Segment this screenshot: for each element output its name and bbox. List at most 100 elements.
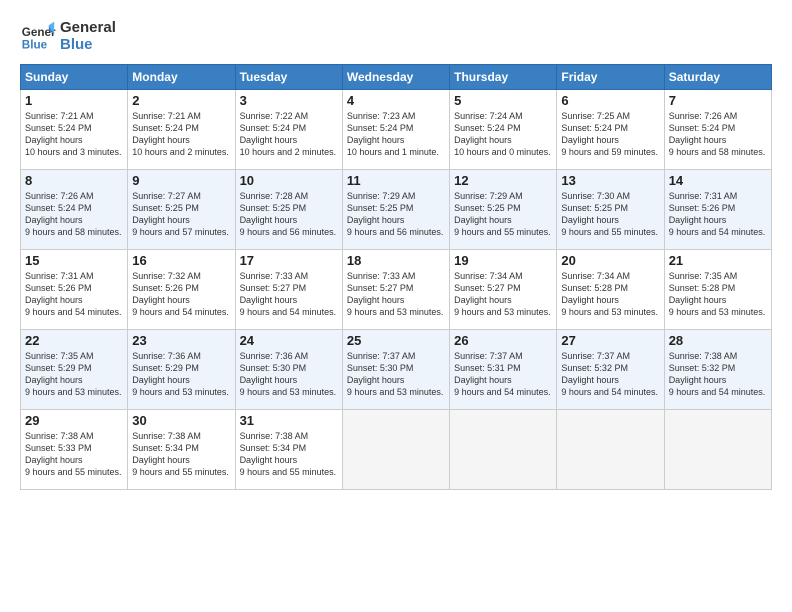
day-info: Sunrise: 7:35 AMSunset: 5:29 PMDaylight …: [25, 350, 123, 399]
day-info: Sunrise: 7:26 AMSunset: 5:24 PMDaylight …: [25, 190, 123, 239]
day-number: 6: [561, 93, 659, 108]
logo: General Blue General Blue: [20, 18, 116, 54]
day-info: Sunrise: 7:35 AMSunset: 5:28 PMDaylight …: [669, 270, 767, 319]
day-info: Sunrise: 7:38 AMSunset: 5:34 PMDaylight …: [240, 430, 338, 479]
calendar-day: 22 Sunrise: 7:35 AMSunset: 5:29 PMDayligh…: [21, 330, 128, 410]
day-info: Sunrise: 7:34 AMSunset: 5:28 PMDaylight …: [561, 270, 659, 319]
logo-icon: General Blue: [20, 18, 56, 54]
calendar-day: 12 Sunrise: 7:29 AMSunset: 5:25 PMDayligh…: [450, 170, 557, 250]
calendar-day: 18Sunrise: 7:33 AMSunset: 5:27 PMDayligh…: [342, 250, 449, 330]
day-info: Sunrise: 7:37 AMSunset: 5:31 PMDaylight …: [454, 350, 552, 399]
day-number: 28: [669, 333, 767, 348]
day-number: 24: [240, 333, 338, 348]
day-number: 10: [240, 173, 338, 188]
day-number: 16: [132, 253, 230, 268]
day-number: 4: [347, 93, 445, 108]
calendar-day: 15Sunrise: 7:31 AMSunset: 5:26 PMDayligh…: [21, 250, 128, 330]
calendar-day: 23 Sunrise: 7:36 AMSunset: 5:29 PMDayligh…: [128, 330, 235, 410]
day-header-friday: Friday: [557, 65, 664, 90]
day-info: Sunrise: 7:21 AMSunset: 5:24 PMDaylight …: [132, 110, 230, 159]
calendar-day: [450, 410, 557, 490]
calendar-table: SundayMondayTuesdayWednesdayThursdayFrid…: [20, 64, 772, 490]
calendar-day: 16 Sunrise: 7:32 AMSunset: 5:26 PMDayligh…: [128, 250, 235, 330]
calendar-day: 28 Sunrise: 7:38 AMSunset: 5:32 PMDayligh…: [664, 330, 771, 410]
day-number: 11: [347, 173, 445, 188]
calendar-day: [342, 410, 449, 490]
day-info: Sunrise: 7:37 AMSunset: 5:32 PMDaylight …: [561, 350, 659, 399]
calendar-day: 5Sunrise: 7:24 AMSunset: 5:24 PMDaylight…: [450, 90, 557, 170]
day-info: Sunrise: 7:38 AMSunset: 5:34 PMDaylight …: [132, 430, 230, 479]
calendar-day: 20 Sunrise: 7:34 AMSunset: 5:28 PMDayligh…: [557, 250, 664, 330]
calendar-day: 19 Sunrise: 7:34 AMSunset: 5:27 PMDayligh…: [450, 250, 557, 330]
day-number: 13: [561, 173, 659, 188]
day-number: 30: [132, 413, 230, 428]
day-info: Sunrise: 7:37 AMSunset: 5:30 PMDaylight …: [347, 350, 445, 399]
calendar-day: 13 Sunrise: 7:30 AMSunset: 5:25 PMDayligh…: [557, 170, 664, 250]
calendar-day: 1Sunrise: 7:21 AMSunset: 5:24 PMDaylight…: [21, 90, 128, 170]
day-info: Sunrise: 7:38 AMSunset: 5:32 PMDaylight …: [669, 350, 767, 399]
calendar-day: 27 Sunrise: 7:37 AMSunset: 5:32 PMDayligh…: [557, 330, 664, 410]
calendar-day: 11 Sunrise: 7:29 AMSunset: 5:25 PMDayligh…: [342, 170, 449, 250]
day-number: 27: [561, 333, 659, 348]
day-info: Sunrise: 7:22 AMSunset: 5:24 PMDaylight …: [240, 110, 338, 159]
day-info: Sunrise: 7:36 AMSunset: 5:29 PMDaylight …: [132, 350, 230, 399]
day-header-sunday: Sunday: [21, 65, 128, 90]
day-number: 21: [669, 253, 767, 268]
calendar-day: 8 Sunrise: 7:26 AMSunset: 5:24 PMDaylight…: [21, 170, 128, 250]
day-number: 20: [561, 253, 659, 268]
day-number: 19: [454, 253, 552, 268]
svg-text:Blue: Blue: [22, 39, 48, 52]
calendar-day: 21 Sunrise: 7:35 AMSunset: 5:28 PMDayligh…: [664, 250, 771, 330]
day-header-tuesday: Tuesday: [235, 65, 342, 90]
day-info: Sunrise: 7:34 AMSunset: 5:27 PMDaylight …: [454, 270, 552, 319]
day-number: 31: [240, 413, 338, 428]
day-info: Sunrise: 7:25 AMSunset: 5:24 PMDaylight …: [561, 110, 659, 159]
day-number: 2: [132, 93, 230, 108]
calendar-week-5: 29 Sunrise: 7:38 AMSunset: 5:33 PMDayligh…: [21, 410, 772, 490]
day-number: 7: [669, 93, 767, 108]
day-info: Sunrise: 7:33 AMSunset: 5:27 PMDaylight …: [240, 270, 338, 319]
day-info: Sunrise: 7:28 AMSunset: 5:25 PMDaylight …: [240, 190, 338, 239]
logo-general: General: [60, 19, 116, 36]
day-info: Sunrise: 7:31 AMSunset: 5:26 PMDaylight …: [669, 190, 767, 239]
calendar-day: 10 Sunrise: 7:28 AMSunset: 5:25 PMDayligh…: [235, 170, 342, 250]
calendar-day: 14 Sunrise: 7:31 AMSunset: 5:26 PMDayligh…: [664, 170, 771, 250]
day-number: 12: [454, 173, 552, 188]
calendar-day: 7 Sunrise: 7:26 AMSunset: 5:24 PMDaylight…: [664, 90, 771, 170]
calendar-day: 2 Sunrise: 7:21 AMSunset: 5:24 PMDaylight…: [128, 90, 235, 170]
calendar-day: 9Sunrise: 7:27 AMSunset: 5:25 PMDaylight…: [128, 170, 235, 250]
day-info: Sunrise: 7:32 AMSunset: 5:26 PMDaylight …: [132, 270, 230, 319]
calendar-day: 31 Sunrise: 7:38 AMSunset: 5:34 PMDayligh…: [235, 410, 342, 490]
day-info: Sunrise: 7:31 AMSunset: 5:26 PMDaylight …: [25, 270, 123, 319]
day-info: Sunrise: 7:38 AMSunset: 5:33 PMDaylight …: [25, 430, 123, 479]
day-info: Sunrise: 7:30 AMSunset: 5:25 PMDaylight …: [561, 190, 659, 239]
day-number: 23: [132, 333, 230, 348]
header: General Blue General Blue: [20, 18, 772, 54]
calendar-day: 17Sunrise: 7:33 AMSunset: 5:27 PMDayligh…: [235, 250, 342, 330]
day-info: Sunrise: 7:29 AMSunset: 5:25 PMDaylight …: [454, 190, 552, 239]
calendar-day: 26 Sunrise: 7:37 AMSunset: 5:31 PMDayligh…: [450, 330, 557, 410]
calendar-week-2: 8 Sunrise: 7:26 AMSunset: 5:24 PMDaylight…: [21, 170, 772, 250]
calendar-day: [557, 410, 664, 490]
day-number: 8: [25, 173, 123, 188]
day-header-wednesday: Wednesday: [342, 65, 449, 90]
day-number: 5: [454, 93, 552, 108]
day-info: Sunrise: 7:26 AMSunset: 5:24 PMDaylight …: [669, 110, 767, 159]
calendar-day: 30 Sunrise: 7:38 AMSunset: 5:34 PMDayligh…: [128, 410, 235, 490]
day-number: 26: [454, 333, 552, 348]
calendar-day: 25Sunrise: 7:37 AMSunset: 5:30 PMDayligh…: [342, 330, 449, 410]
day-number: 14: [669, 173, 767, 188]
calendar-day: 24Sunrise: 7:36 AMSunset: 5:30 PMDayligh…: [235, 330, 342, 410]
calendar-header-row: SundayMondayTuesdayWednesdayThursdayFrid…: [21, 65, 772, 90]
day-header-saturday: Saturday: [664, 65, 771, 90]
day-number: 29: [25, 413, 123, 428]
calendar-week-1: 1 Sunrise: 7:21 AMSunset: 5:24 PMDaylight…: [21, 90, 772, 170]
day-number: 22: [25, 333, 123, 348]
calendar-day: 29 Sunrise: 7:38 AMSunset: 5:33 PMDayligh…: [21, 410, 128, 490]
day-number: 9: [132, 173, 230, 188]
day-number: 1: [25, 93, 123, 108]
day-info: Sunrise: 7:33 AMSunset: 5:27 PMDaylight …: [347, 270, 445, 319]
day-header-monday: Monday: [128, 65, 235, 90]
day-info: Sunrise: 7:29 AMSunset: 5:25 PMDaylight …: [347, 190, 445, 239]
main-container: General Blue General Blue SundayMondayTu…: [0, 0, 792, 500]
